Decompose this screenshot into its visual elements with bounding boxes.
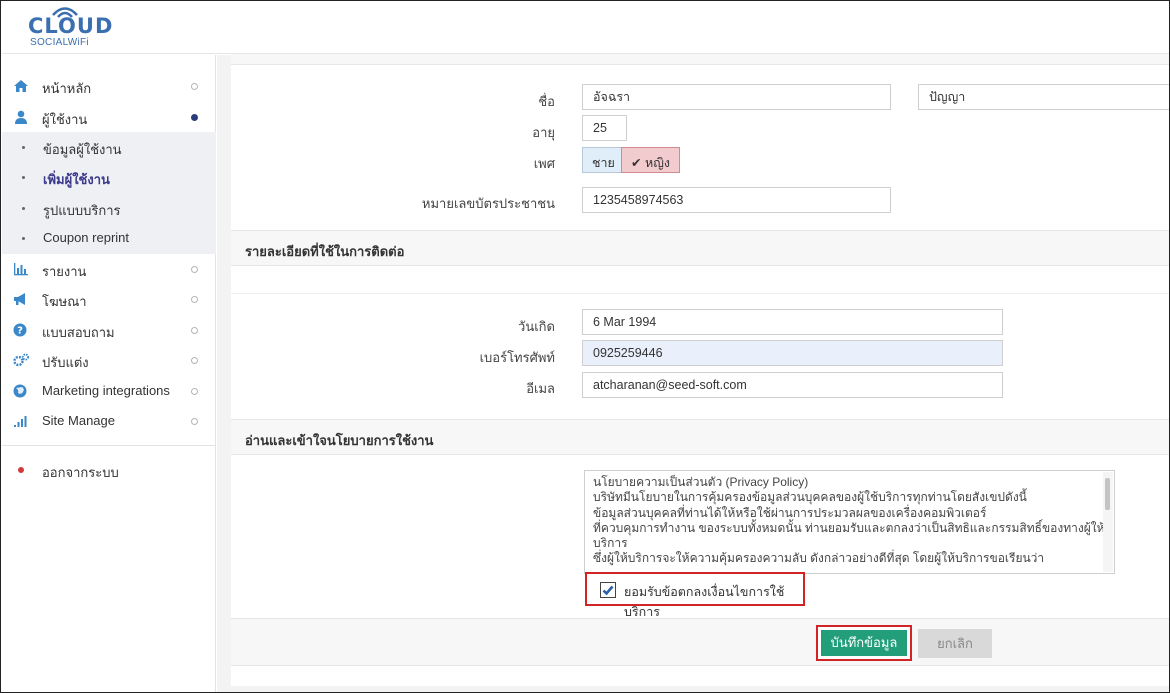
phone-label: เบอร์โทรศัพท์ bbox=[479, 350, 555, 365]
page-bottom bbox=[231, 666, 1169, 686]
sidebar-item-users[interactable]: ผู้ใช้งาน bbox=[2, 102, 216, 132]
status-dot bbox=[191, 388, 198, 395]
policy-line: นโยบายความเป็นส่วนตัว (Privacy Policy) bbox=[593, 475, 809, 489]
sidebar: หน้าหลัก ผู้ใช้งาน ข้อมูลผู้ใช้งาน เพิ่ม… bbox=[2, 55, 216, 692]
divider bbox=[231, 293, 1169, 294]
submenu-item-service-plans[interactable]: รูปแบบบริการ bbox=[2, 193, 216, 223]
birthday-input[interactable] bbox=[582, 309, 1003, 335]
cancel-button[interactable]: ยกเลิก bbox=[918, 629, 992, 658]
submenu-item-coupon-reprint[interactable]: Coupon reprint bbox=[2, 223, 216, 253]
status-dot bbox=[191, 266, 198, 273]
policy-line: บริษัทมีนโยบายในการคุ้มครองข้อมูลส่วนบุค… bbox=[593, 490, 1027, 505]
submenu-item-label: ข้อมูลผู้ใช้งาน bbox=[43, 142, 122, 157]
app-window: CLOUD SOCIALWiFi หน้าหลัก ผู้ใช้งาน ข้อม… bbox=[0, 0, 1170, 693]
logout-dot-icon bbox=[18, 467, 24, 473]
id-card-input[interactable] bbox=[582, 187, 891, 213]
sex-male-button[interactable]: ชาย bbox=[582, 147, 622, 173]
home-icon bbox=[14, 80, 28, 92]
checkmark-icon bbox=[602, 585, 614, 596]
sidebar-item-site-manage[interactable]: Site Manage bbox=[2, 406, 216, 436]
sidebar-item-label: ปรับแต่ง bbox=[42, 355, 89, 370]
policy-section-header: อ่านและเข้าใจนโยบายการใช้งาน bbox=[231, 419, 1169, 455]
bullet bbox=[22, 146, 25, 149]
form-actions-bar bbox=[231, 618, 1169, 666]
sidebar-item-label: แบบสอบถาม bbox=[42, 325, 115, 340]
status-dot bbox=[191, 357, 198, 364]
scrollbar-thumb[interactable] bbox=[1105, 478, 1110, 510]
sidebar-item-ads[interactable]: โฆษณา bbox=[2, 284, 216, 314]
sidebar-item-customize[interactable]: ปรับแต่ง bbox=[2, 345, 216, 375]
sidebar-item-marketing-integrations[interactable]: Marketing integrations bbox=[2, 376, 216, 406]
sidebar-item-reports[interactable]: รายงาน bbox=[2, 254, 216, 284]
submenu-item-add-user[interactable]: เพิ่มผู้ใช้งาน bbox=[2, 162, 216, 192]
megaphone-icon bbox=[14, 293, 25, 305]
phone-input[interactable] bbox=[582, 340, 1003, 366]
save-button-highlight: บันทึกข้อมูล bbox=[816, 625, 912, 661]
accept-terms-highlight: ยอมรับข้อตกลงเงื่อนไขการใช้บริการ bbox=[585, 572, 805, 619]
sex-female-button[interactable]: ✔ หญิง bbox=[621, 147, 680, 173]
logo-title: CLOUD bbox=[28, 14, 114, 38]
submenu-item-label: Coupon reprint bbox=[43, 230, 129, 245]
policy-line: ซึ่งผู้ให้บริการจะให้ความคุ้มครองความลับ… bbox=[593, 551, 1045, 566]
sidebar-item-logout[interactable]: ออกจากระบบ bbox=[2, 455, 216, 485]
sidebar-item-label: Site Manage bbox=[42, 413, 115, 428]
policy-line: บริการ bbox=[593, 536, 628, 551]
status-dot bbox=[191, 327, 198, 334]
accept-terms-label: ยอมรับข้อตกลงเงื่อนไขการใช้บริการ bbox=[624, 585, 785, 619]
cloud-socialwifi-logo[interactable]: CLOUD SOCIALWiFi bbox=[24, 4, 112, 50]
top-bar: CLOUD SOCIALWiFi bbox=[2, 2, 1169, 54]
contact-section-header: รายละเอียดที่ใช้ในการติดต่อ bbox=[231, 230, 1169, 266]
last-name-input[interactable] bbox=[918, 84, 1169, 110]
status-dot bbox=[191, 296, 198, 303]
status-dot bbox=[191, 418, 198, 425]
age-label: อายุ bbox=[532, 125, 555, 140]
sidebar-item-label: ออกจากระบบ bbox=[42, 465, 119, 480]
active-dot bbox=[191, 114, 198, 121]
email-label: อีเมล bbox=[526, 381, 555, 396]
email-input[interactable] bbox=[582, 372, 1003, 398]
first-name-input[interactable] bbox=[582, 84, 891, 110]
sex-label: เพศ bbox=[533, 156, 555, 171]
sex-female-label: หญิง bbox=[644, 156, 670, 170]
cogs-icon bbox=[13, 353, 29, 367]
svg-text:?: ? bbox=[17, 326, 23, 337]
contact-section-title: รายละเอียดที่ใช้ในการติดต่อ bbox=[245, 244, 405, 259]
policy-line: ที่ควบคุมการทำงาน ของระบบทั้งหมดนั้น ท่า… bbox=[593, 520, 1105, 535]
status-dot bbox=[191, 83, 198, 90]
sidebar-item-survey[interactable]: ? แบบสอบถาม bbox=[2, 315, 216, 345]
policy-section-title: อ่านและเข้าใจนโยบายการใช้งาน bbox=[245, 433, 434, 448]
sidebar-item-home[interactable]: หน้าหลัก bbox=[2, 71, 216, 101]
user-icon bbox=[15, 110, 27, 124]
bullet bbox=[22, 176, 25, 179]
bullet bbox=[22, 207, 25, 210]
main-content: ชื่อ อายุ เพศ ชาย ✔ หญิง หมายเลขบัตรประช… bbox=[217, 51, 1169, 692]
bar-chart-icon bbox=[14, 263, 28, 276]
submenu: ข้อมูลผู้ใช้งาน เพิ่มผู้ใช้งาน รูปแบบบริ… bbox=[2, 132, 216, 254]
policy-scrollbar[interactable] bbox=[1103, 472, 1113, 572]
sidebar-item-label: หน้าหลัก bbox=[42, 81, 92, 96]
first-name-label: ชื่อ bbox=[538, 94, 555, 109]
id-card-label: หมายเลขบัตรประชาชน bbox=[421, 196, 555, 211]
age-input[interactable] bbox=[582, 115, 627, 141]
bullet bbox=[22, 237, 25, 240]
save-button[interactable]: บันทึกข้อมูล bbox=[821, 630, 907, 656]
submenu-item-label: รูปแบบบริการ bbox=[43, 203, 121, 218]
policy-line: ข้อมูลส่วนบุคคลที่ท่านได้ให้หรือใช้ผ่านก… bbox=[593, 505, 987, 520]
birthday-label: วันเกิด bbox=[518, 319, 555, 334]
submenu-item-user-info[interactable]: ข้อมูลผู้ใช้งาน bbox=[2, 132, 216, 162]
signal-icon bbox=[14, 416, 27, 427]
logo-subtitle: SOCIALWiFi bbox=[30, 37, 89, 48]
policy-textarea[interactable]: นโยบายความเป็นส่วนตัว (Privacy Policy) บ… bbox=[584, 470, 1115, 574]
question-icon: ? bbox=[13, 323, 27, 337]
sidebar-item-label: Marketing integrations bbox=[42, 383, 170, 398]
globe-icon bbox=[13, 384, 27, 398]
sidebar-item-label: ผู้ใช้งาน bbox=[42, 112, 88, 127]
accept-terms-checkbox[interactable] bbox=[600, 582, 616, 598]
check-icon: ✔ bbox=[631, 156, 642, 170]
submenu-item-label: เพิ่มผู้ใช้งาน bbox=[43, 172, 110, 187]
sidebar-item-label: โฆษณา bbox=[42, 294, 87, 309]
sidebar-item-label: รายงาน bbox=[42, 264, 87, 279]
sidebar-divider bbox=[2, 445, 216, 446]
